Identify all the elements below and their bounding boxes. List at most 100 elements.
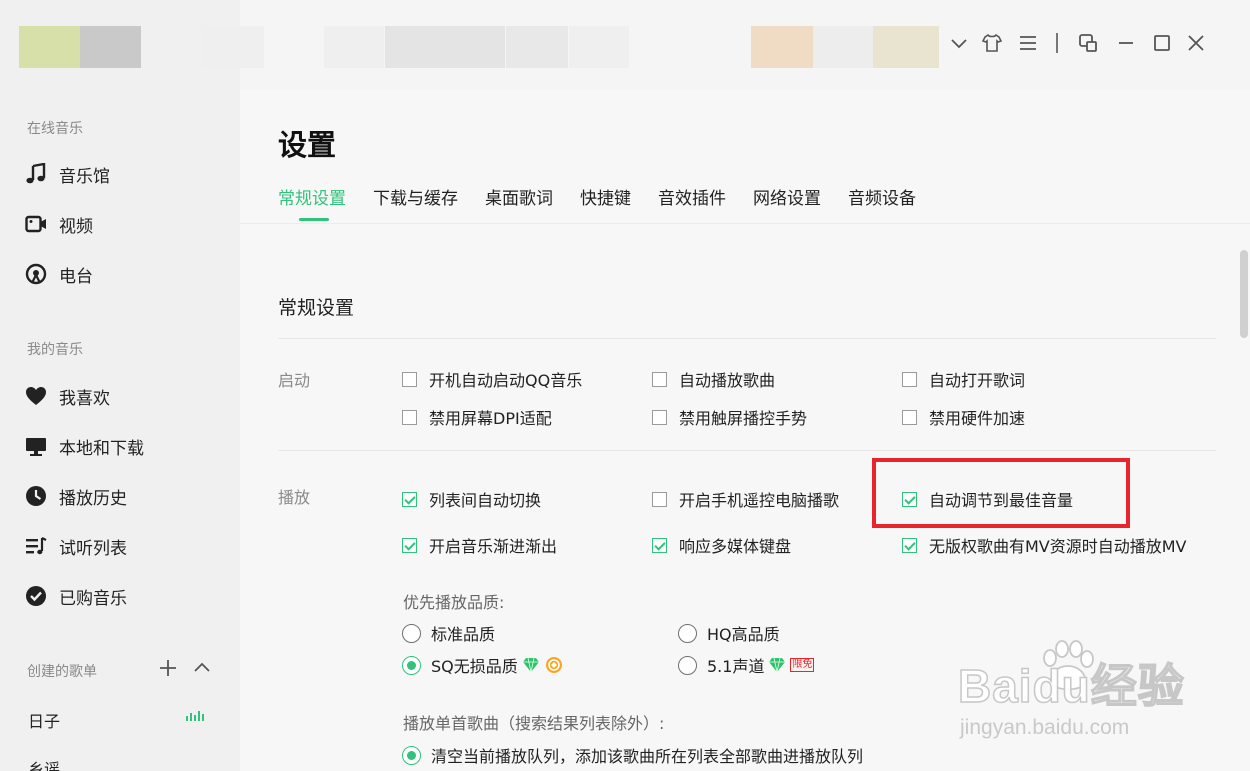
sidebar-item-label: 电台 bbox=[59, 266, 93, 287]
replace-queue-radio[interactable]: 清空当前播放队列，添加该歌曲所在列表全部歌曲进播放队列 bbox=[402, 743, 863, 767]
tab-sound-effects[interactable]: 音效插件 bbox=[658, 184, 726, 209]
disable-dpi-checkbox[interactable]: 禁用屏幕DPI适配 bbox=[402, 405, 552, 429]
maximize-icon[interactable] bbox=[1150, 31, 1174, 55]
sidebar-item-local-download[interactable]: 本地和下载 bbox=[24, 431, 224, 461]
single-song-label: 播放单首歌曲（搜索结果列表除外）: bbox=[403, 714, 665, 733]
radio-selected-icon bbox=[402, 745, 421, 765]
playlist-item[interactable]: 乡谣 bbox=[28, 756, 60, 771]
avatar[interactable] bbox=[751, 26, 813, 68]
checkbox-icon bbox=[652, 491, 667, 507]
highlight-box bbox=[872, 458, 1130, 528]
divider bbox=[278, 450, 1216, 451]
sidebar-item-favorites[interactable]: 我喜欢 bbox=[24, 381, 224, 411]
radio-selected-icon bbox=[402, 655, 421, 675]
app-logo bbox=[19, 26, 141, 68]
checkbox-checked-icon bbox=[402, 491, 417, 507]
radio-icon bbox=[24, 262, 48, 286]
video-icon bbox=[24, 212, 48, 236]
settings-tabs: 常规设置 下载与缓存 桌面歌词 快捷键 音效插件 网络设置 音频设备 bbox=[278, 184, 916, 221]
sidebar-item-label: 视频 bbox=[59, 216, 93, 237]
sidebar-item-label: 我喜欢 bbox=[59, 388, 110, 409]
auto-play-mv-checkbox[interactable]: 无版权歌曲有MV资源时自动播放MV bbox=[902, 533, 1187, 557]
sidebar-item-history[interactable]: 播放历史 bbox=[24, 481, 224, 511]
vip-diamond-icon bbox=[768, 657, 786, 673]
heart-icon bbox=[24, 384, 48, 408]
checkbox-icon bbox=[902, 409, 917, 425]
luxury-badge-icon bbox=[544, 655, 564, 675]
playback-label: 播放 bbox=[278, 488, 311, 507]
tab-network[interactable]: 网络设置 bbox=[753, 184, 821, 209]
checkbox-icon bbox=[902, 371, 917, 387]
sidebar-item-label: 试听列表 bbox=[59, 538, 127, 559]
sidebar-item-radio[interactable]: 电台 bbox=[24, 259, 224, 289]
clock-icon bbox=[24, 484, 48, 508]
minimize-icon[interactable] bbox=[1114, 31, 1138, 55]
tab-general[interactable]: 常规设置 bbox=[278, 184, 346, 221]
vip-diamond-icon bbox=[522, 657, 540, 673]
checkbox-icon bbox=[652, 409, 667, 425]
mini-mode-icon[interactable] bbox=[1076, 31, 1100, 55]
phone-remote-checkbox[interactable]: 开启手机遥控电脑播歌 bbox=[652, 487, 839, 511]
tab-audio-device[interactable]: 音频设备 bbox=[848, 184, 916, 209]
check-circle-icon bbox=[24, 584, 48, 608]
sidebar-item-video[interactable]: 视频 bbox=[24, 209, 224, 239]
auto-switch-list-checkbox[interactable]: 列表间自动切换 bbox=[402, 487, 541, 511]
sidebar-item-purchased[interactable]: 已购音乐 bbox=[24, 581, 224, 611]
quality-hq-radio[interactable]: HQ高品质 bbox=[678, 621, 780, 645]
limited-free-badge: 限免 bbox=[790, 658, 815, 672]
checkbox-icon bbox=[402, 409, 417, 425]
auto-open-lyrics-checkbox[interactable]: 自动打开歌词 bbox=[902, 367, 1025, 391]
online-music-label: 在线音乐 bbox=[27, 121, 83, 137]
menu-icon[interactable] bbox=[1016, 31, 1040, 55]
divider bbox=[278, 338, 1216, 339]
skin-icon[interactable] bbox=[980, 31, 1004, 55]
disable-hw-accel-checkbox[interactable]: 禁用硬件加速 bbox=[902, 405, 1025, 429]
chevron-up-icon[interactable] bbox=[192, 656, 212, 680]
tab-download-cache[interactable]: 下载与缓存 bbox=[373, 184, 458, 209]
playing-indicator-icon bbox=[186, 711, 204, 721]
music-note-icon bbox=[24, 162, 48, 186]
page-title: 设置 bbox=[278, 128, 337, 162]
sidebar-item-label: 播放历史 bbox=[59, 488, 127, 509]
baidu-watermark: Baidu经验 jingyan.baidu.com bbox=[957, 640, 1240, 755]
watermark-url: jingyan.baidu.com bbox=[960, 716, 1130, 739]
title-bar bbox=[202, 0, 1250, 90]
sidebar-item-trial-list[interactable]: 试听列表 bbox=[24, 531, 224, 561]
radio-icon bbox=[678, 623, 697, 643]
tab-desktop-lyrics[interactable]: 桌面歌词 bbox=[485, 184, 553, 209]
disable-touch-gesture-checkbox[interactable]: 禁用触屏播控手势 bbox=[652, 405, 807, 429]
quality-5-1-radio[interactable]: 5.1声道 限免 bbox=[678, 653, 815, 677]
media-keys-checkbox[interactable]: 响应多媒体键盘 bbox=[652, 533, 791, 557]
playlist-item[interactable]: 日子 bbox=[28, 708, 60, 732]
sidebar-item-music-hall[interactable]: 音乐馆 bbox=[24, 159, 224, 189]
created-playlists-label: 创建的歌单 bbox=[27, 664, 97, 680]
radio-icon bbox=[678, 655, 697, 675]
tab-shortcuts[interactable]: 快捷键 bbox=[580, 184, 631, 209]
auto-launch-checkbox[interactable]: 开机自动启动QQ音乐 bbox=[402, 367, 582, 391]
sidebar-item-label: 音乐馆 bbox=[59, 166, 110, 187]
playlist-icon bbox=[24, 534, 48, 558]
sidebar-item-label: 已购音乐 bbox=[59, 588, 127, 609]
monitor-icon bbox=[24, 434, 48, 458]
sidebar: 在线音乐 音乐馆 视频 电台 我的音乐 我喜欢 本地和下载 播放历史 试听列表 … bbox=[0, 0, 240, 771]
section-title: 常规设置 bbox=[278, 297, 355, 319]
checkbox-checked-icon bbox=[902, 537, 917, 553]
my-music-label: 我的音乐 bbox=[27, 342, 83, 358]
scrollbar[interactable] bbox=[1240, 250, 1248, 338]
watermark-brand: Baidu经验 bbox=[957, 659, 1185, 713]
search-area[interactable] bbox=[385, 26, 505, 68]
add-playlist-icon[interactable] bbox=[158, 656, 178, 680]
radio-icon bbox=[402, 623, 421, 643]
checkbox-checked-icon bbox=[652, 537, 667, 553]
close-icon[interactable] bbox=[1184, 31, 1208, 55]
chevron-down-icon[interactable] bbox=[947, 31, 971, 55]
quality-standard-radio[interactable]: 标准品质 bbox=[402, 621, 495, 645]
quality-sq-radio[interactable]: SQ无损品质 bbox=[402, 653, 564, 677]
sidebar-item-label: 本地和下载 bbox=[59, 438, 144, 459]
fade-in-out-checkbox[interactable]: 开启音乐渐进渐出 bbox=[402, 533, 557, 557]
startup-label: 启动 bbox=[278, 371, 311, 390]
quality-label: 优先播放品质: bbox=[403, 593, 505, 612]
checkbox-icon bbox=[652, 371, 667, 387]
checkbox-checked-icon bbox=[402, 537, 417, 553]
auto-play-checkbox[interactable]: 自动播放歌曲 bbox=[652, 367, 775, 391]
